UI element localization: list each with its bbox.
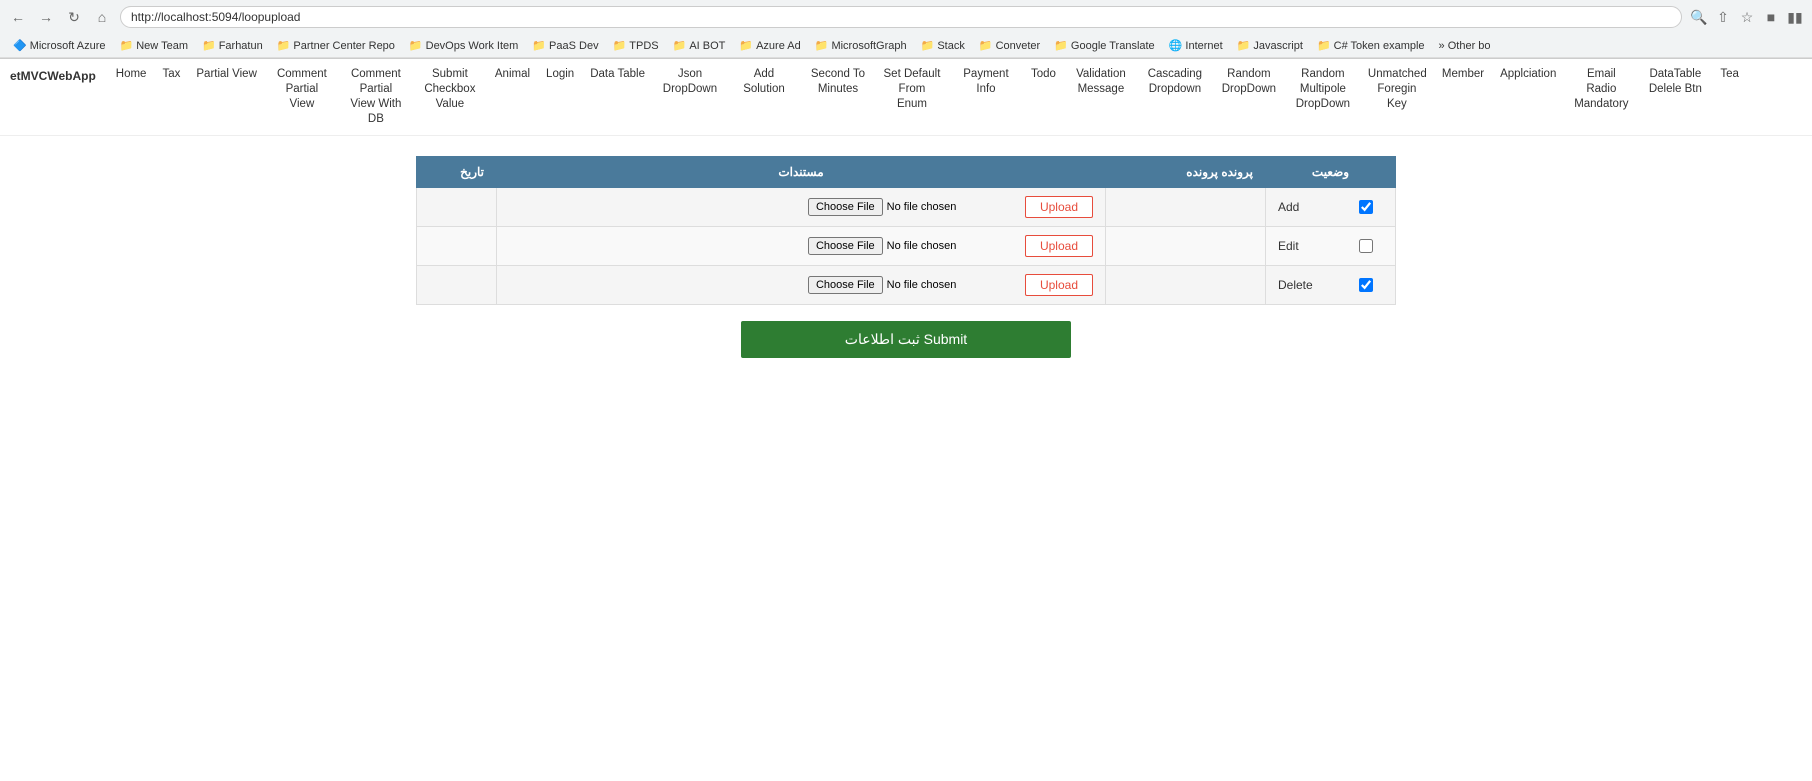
search-icon[interactable]: 🔍	[1690, 8, 1708, 26]
forward-button[interactable]: →	[36, 7, 56, 27]
file-input-0[interactable]	[808, 198, 1017, 216]
nav-member[interactable]: Member	[1436, 65, 1490, 84]
submit-button[interactable]: ثبت اطلاعات Submit	[741, 321, 1071, 358]
nav-login[interactable]: Login	[540, 65, 580, 84]
submit-row: ثبت اطلاعات Submit	[30, 321, 1782, 358]
nav-random-multipole-dropdown[interactable]: Random Multipole DropDown	[1288, 65, 1358, 114]
bookmark-newteam[interactable]: 📁 New Team	[115, 37, 193, 54]
nav-second-to-minutes[interactable]: Second To Minutes	[803, 65, 873, 99]
nav-cascading-dropdown[interactable]: Cascading Dropdown	[1140, 65, 1210, 99]
nav-payment-info[interactable]: Payment Info	[951, 65, 1021, 99]
bookmark-aibot[interactable]: 📁 AI BOT	[668, 37, 731, 54]
nav-validation-message[interactable]: Validation Message	[1066, 65, 1136, 99]
table-row: Upload Delete	[417, 265, 1396, 304]
cell-tarik-0	[417, 187, 497, 226]
bookmark-internet[interactable]: 🌐 Internet	[1164, 37, 1228, 54]
bookmark-star-icon[interactable]: ☆	[1738, 8, 1756, 26]
upload-button-1[interactable]: Upload	[1025, 235, 1093, 257]
main-content: تاریخ مستندات پرونده پرونده وضعیت Upload…	[0, 136, 1812, 378]
cell-mostanad-2: Upload	[497, 265, 1106, 304]
bookmark-devops[interactable]: 📁 DevOps Work Item	[404, 37, 523, 54]
nav-submit-checkbox[interactable]: Submit Checkbox Value	[415, 65, 485, 114]
col-header-vaziat: وضعیت	[1266, 156, 1396, 187]
cell-vaziat-2: Delete	[1266, 265, 1396, 304]
table-row: Upload Add	[417, 187, 1396, 226]
cell-parvande-0	[1106, 187, 1266, 226]
status-checkbox-2[interactable]	[1359, 278, 1373, 292]
nav-add-solution[interactable]: Add Solution	[729, 65, 799, 99]
nav-datatable-delete-btn[interactable]: DataTable Delele Btn	[1640, 65, 1710, 99]
file-input-1[interactable]	[808, 237, 1017, 255]
nav-bar: etMVCWebApp Home Tax Partial View Commen…	[0, 59, 1812, 136]
table-row: Upload Edit	[417, 226, 1396, 265]
cell-parvande-2	[1106, 265, 1266, 304]
status-label-2: Delete	[1278, 278, 1313, 292]
col-header-mostanad: مستندات	[497, 156, 1106, 187]
bookmark-msgraph[interactable]: 📁 MicrosoftGraph	[810, 37, 912, 54]
nav-home[interactable]: Home	[110, 65, 153, 84]
nav-comment-partial-view[interactable]: Comment Partial View	[267, 65, 337, 114]
status-checkbox-1[interactable]	[1359, 239, 1373, 253]
nav-json-dropdown[interactable]: Json DropDown	[655, 65, 725, 99]
nav-unmatched-foreign-key[interactable]: Unmatched Foregin Key	[1362, 65, 1432, 114]
cell-vaziat-1: Edit	[1266, 226, 1396, 265]
bookmark-tpds[interactable]: 📁 TPDS	[608, 37, 664, 54]
extension-icon[interactable]: ■	[1762, 8, 1780, 26]
bookmark-stack[interactable]: 📁 Stack	[916, 37, 970, 54]
bookmark-conveter[interactable]: 📁 Conveter	[974, 37, 1045, 54]
back-button[interactable]: ←	[8, 7, 28, 27]
file-input-2[interactable]	[808, 276, 1017, 294]
nav-tea[interactable]: Tea	[1714, 65, 1745, 84]
home-button[interactable]: ⌂	[92, 7, 112, 27]
bookmark-azure[interactable]: 🔷 Microsoft Azure	[8, 37, 111, 54]
col-header-parvande: پرونده پرونده	[1106, 156, 1266, 187]
bookmarks-bar: 🔷 Microsoft Azure 📁 New Team 📁 Farhatun …	[0, 34, 1812, 58]
nav-data-table[interactable]: Data Table	[584, 65, 651, 84]
col-header-tarik: تاریخ	[417, 156, 497, 187]
cell-parvande-1	[1106, 226, 1266, 265]
status-checkbox-0[interactable]	[1359, 200, 1373, 214]
nav-email-radio-mandatory[interactable]: Email Radio Mandatory	[1566, 65, 1636, 114]
cell-tarik-1	[417, 226, 497, 265]
nav-random-dropdown[interactable]: Random DropDown	[1214, 65, 1284, 99]
cell-mostanad-0: Upload	[497, 187, 1106, 226]
bookmark-js[interactable]: 📁 Javascript	[1232, 37, 1308, 54]
bookmark-translate[interactable]: 📁 Google Translate	[1049, 37, 1159, 54]
nav-set-default-from-enum[interactable]: Set Default From Enum	[877, 65, 947, 114]
refresh-button[interactable]: ↻	[64, 7, 84, 27]
bookmark-farhatun[interactable]: 📁 Farhatun	[197, 37, 268, 54]
bookmark-csharp[interactable]: 📁 C# Token example	[1312, 37, 1430, 54]
nav-partial-view[interactable]: Partial View	[190, 65, 263, 84]
pause-icon[interactable]: ▮▮	[1786, 8, 1804, 26]
address-bar[interactable]: http://localhost:5094/loopupload	[120, 6, 1682, 28]
status-label-1: Edit	[1278, 239, 1299, 253]
cell-tarik-2	[417, 265, 497, 304]
bookmark-other[interactable]: » Other bo	[1434, 38, 1496, 54]
app-brand: etMVCWebApp	[10, 65, 96, 83]
url-text: http://localhost:5094/loopupload	[131, 10, 300, 24]
nav-animal[interactable]: Animal	[489, 65, 536, 84]
cell-mostanad-1: Upload	[497, 226, 1106, 265]
bookmark-partner[interactable]: 📁 Partner Center Repo	[272, 37, 400, 54]
upload-table: تاریخ مستندات پرونده پرونده وضعیت Upload…	[416, 156, 1396, 305]
nav-tax[interactable]: Tax	[156, 65, 186, 84]
bookmark-paas[interactable]: 📁 PaaS Dev	[527, 37, 603, 54]
cell-vaziat-0: Add	[1266, 187, 1396, 226]
bookmark-azuread[interactable]: 📁 Azure Ad	[734, 37, 805, 54]
nav-application[interactable]: Applciation	[1494, 65, 1562, 84]
nav-comment-partial-view-db[interactable]: Comment Partial View With DB	[341, 65, 411, 129]
share-icon[interactable]: ⇧	[1714, 8, 1732, 26]
status-label-0: Add	[1278, 200, 1299, 214]
upload-button-2[interactable]: Upload	[1025, 274, 1093, 296]
nav-todo[interactable]: Todo	[1025, 65, 1062, 84]
upload-button-0[interactable]: Upload	[1025, 196, 1093, 218]
